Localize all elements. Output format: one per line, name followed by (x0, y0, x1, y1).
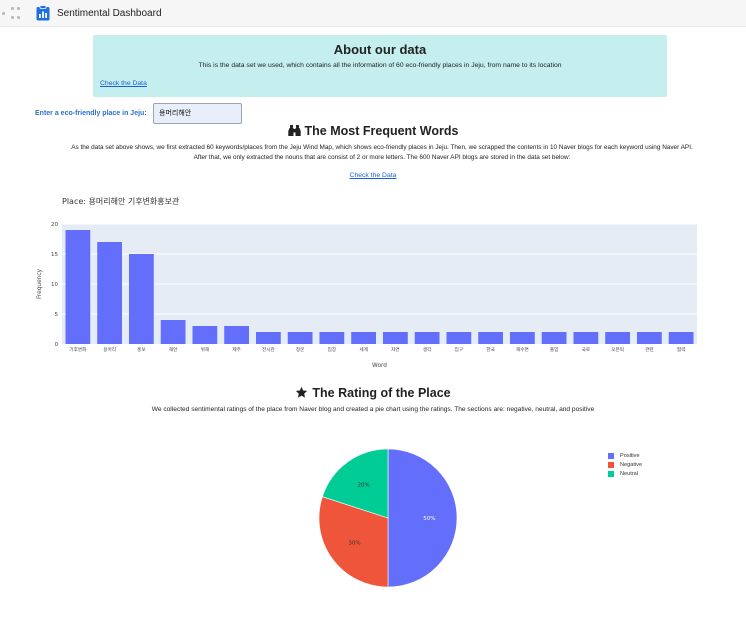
x-tick-label: 기후변화 (69, 346, 87, 353)
bar-11 (414, 332, 440, 344)
x-tick-label: 관련 (645, 346, 653, 353)
x-tick-label: 한국 (486, 347, 494, 353)
bar-7 (287, 332, 313, 344)
pie-value-label: 30% (348, 540, 360, 546)
x-tick-label: 전시관 (262, 346, 275, 353)
x-tick-label: 국로 (582, 347, 590, 353)
description-line-1: As the data set above shows, we first ex… (71, 144, 693, 151)
check-data-link[interactable]: Check the Data (100, 80, 147, 87)
bar-4 (192, 326, 218, 344)
app-title: Sentimental Dashboard (57, 8, 162, 19)
legend-item-neutral[interactable]: Neutral (608, 469, 642, 478)
x-tick-label: 정문 (296, 346, 304, 353)
legend-swatch (608, 461, 614, 468)
legend-label: Positive (620, 452, 640, 459)
words-link-row: Check the Data (0, 172, 746, 179)
x-tick-label: 입장 (328, 346, 337, 353)
bar-17 (605, 332, 631, 344)
pie-value-label: 50% (423, 516, 435, 522)
bar-14 (509, 332, 535, 344)
bar-chart-title: Place: 용머리해안 기후변화홍보관 (62, 197, 180, 206)
bar-10 (382, 332, 408, 344)
x-tick-label: 오픈픽 (611, 346, 624, 353)
bar-12 (446, 332, 472, 344)
bar-16 (573, 332, 599, 344)
legend-item-negative[interactable]: Negative (608, 460, 642, 469)
bar-18 (636, 332, 662, 344)
x-tick-label: 해안 (169, 346, 178, 353)
x-tick-label: 용머리 (103, 346, 116, 353)
x-tick-label: 출입 (550, 346, 558, 353)
frequent-words-title: The Most Frequent Words (304, 124, 459, 138)
bar-9 (351, 332, 377, 344)
rating-title: The Rating of the Place (312, 386, 451, 400)
clipboard-chart-icon (36, 5, 50, 21)
legend-label: Negative (620, 461, 643, 468)
bar-15 (541, 332, 567, 344)
drag-handle-icon[interactable] (2, 7, 22, 21)
frequent-words-heading: The Most Frequent Words (0, 124, 746, 138)
top-bar: Sentimental Dashboard (0, 0, 746, 27)
y-tick-label: 5 (55, 312, 59, 318)
legend-swatch (608, 452, 614, 459)
pie-legend: Positive Negative Neutral (608, 451, 642, 478)
about-description: This is the data set we used, which cont… (198, 62, 562, 69)
bar-5 (224, 326, 250, 344)
x-tick-label: 해수면 (516, 346, 529, 353)
x-tick-label: 제주 (232, 346, 240, 353)
place-input-label: Enter a eco-friendly place in Jeju: (35, 110, 147, 117)
bar-6 (255, 332, 281, 344)
bar-3 (160, 320, 186, 344)
check-data-link-2[interactable]: Check the Data (350, 172, 397, 179)
x-tick-label: 입구 (455, 346, 463, 353)
x-tick-label: 세계 (359, 346, 367, 353)
bar-13 (478, 332, 504, 344)
y-axis-title: Frequency (37, 268, 43, 299)
legend-swatch (608, 470, 614, 477)
x-tick-label: 생각 (423, 346, 432, 353)
binoculars-icon (287, 125, 301, 136)
about-data-panel: About our data This is the data set we u… (93, 35, 667, 97)
x-axis-title: Word (372, 363, 387, 369)
x-tick-label: 홍보 (137, 346, 145, 353)
y-tick-label: 0 (55, 342, 59, 348)
place-input[interactable]: 용머리해안 (153, 103, 242, 124)
y-tick-label: 20 (51, 222, 58, 228)
bar-19 (668, 332, 694, 344)
bar-1 (97, 242, 123, 344)
legend-item-positive[interactable]: Positive (608, 451, 642, 460)
rating-pie-chart[interactable]: 50% 30% 20% (300, 440, 480, 600)
x-tick-label: 협력 (677, 346, 685, 353)
pie-value-label: 20% (358, 483, 370, 489)
y-tick-label: 15 (51, 252, 58, 258)
legend-label: Neutral (620, 470, 639, 477)
frequent-words-description: As the data set above shows, we first ex… (22, 143, 742, 163)
x-tick-label: 자연 (391, 346, 399, 353)
about-title: About our data (333, 42, 427, 57)
star-icon (296, 386, 308, 398)
description-line-2: After that, we only extracted the nouns … (193, 154, 571, 161)
bar-2 (128, 254, 154, 344)
y-tick-label: 10 (51, 282, 58, 288)
bar-0 (65, 230, 91, 344)
word-frequency-bar-chart[interactable]: 0 5 10 15 20 기후변화 용머리 홍보 해안 위해 제주 전시관 정문 입장 세계 자연 생각 입구 한국… (0, 215, 746, 375)
rating-heading: The Rating of the Place (0, 386, 746, 400)
x-tick-label: 위해 (201, 346, 209, 353)
bar-8 (319, 332, 345, 344)
rating-description: We collected sentimental ratings of the … (151, 406, 595, 413)
